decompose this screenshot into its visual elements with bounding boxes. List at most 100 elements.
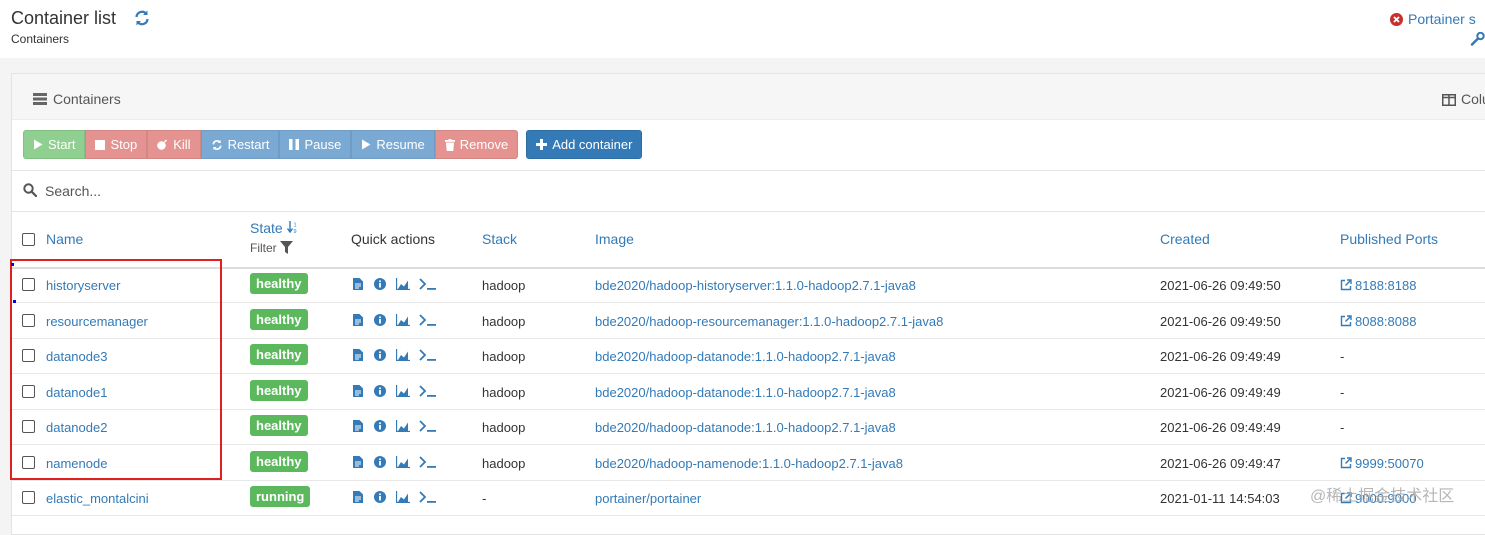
portainer-support-link[interactable]: Portainer s bbox=[1390, 11, 1476, 29]
state-filter[interactable]: Filter bbox=[250, 241, 294, 255]
pause-icon bbox=[289, 139, 300, 150]
console-icon[interactable] bbox=[419, 313, 437, 331]
stats-icon[interactable] bbox=[395, 419, 410, 437]
stack-cell: hadoop bbox=[482, 278, 526, 293]
port-label: 9999:50070 bbox=[1355, 455, 1424, 471]
stats-icon[interactable] bbox=[395, 455, 410, 473]
resume-button[interactable]: Resume bbox=[351, 130, 435, 159]
image-link[interactable]: portainer/portainer bbox=[595, 491, 701, 506]
row-checkbox[interactable] bbox=[22, 384, 35, 398]
info-icon[interactable] bbox=[374, 455, 386, 473]
stats-icon[interactable] bbox=[395, 490, 410, 508]
refresh-icon[interactable] bbox=[133, 9, 151, 32]
column-state[interactable]: State 19 bbox=[250, 220, 299, 236]
table-row: datanode1 healthy hadoop bde2020/hadoop-dat… bbox=[12, 374, 1485, 410]
published-port-link[interactable]: 8088:8088 bbox=[1340, 314, 1416, 329]
marker-dot bbox=[11, 263, 14, 266]
published-port-link[interactable]: 9999:50070 bbox=[1340, 456, 1424, 471]
status-badge: healthy bbox=[250, 308, 308, 330]
container-name-link[interactable]: datanode2 bbox=[46, 420, 107, 435]
page-header: Container list Containers Portainer s bbox=[0, 0, 1485, 58]
stats-icon[interactable] bbox=[395, 313, 410, 331]
search-input[interactable] bbox=[45, 180, 445, 202]
remove-button[interactable]: Remove bbox=[434, 130, 519, 159]
row-checkbox[interactable] bbox=[22, 313, 35, 327]
status-badge: healthy bbox=[250, 379, 308, 401]
pause-button[interactable]: Pause bbox=[279, 130, 352, 159]
logs-icon[interactable] bbox=[353, 384, 363, 402]
container-name-link[interactable]: historyserver bbox=[46, 278, 120, 293]
info-icon[interactable] bbox=[374, 313, 386, 331]
logs-icon[interactable] bbox=[353, 277, 363, 295]
refresh-icon bbox=[212, 139, 222, 150]
status-badge: running bbox=[250, 486, 311, 507]
add-container-button[interactable]: Add container bbox=[526, 130, 643, 159]
image-link[interactable]: bde2020/hadoop-datanode:1.1.0-hadoop2.7.… bbox=[595, 420, 896, 435]
ports-cell: - bbox=[1340, 349, 1345, 364]
stop-button[interactable]: Stop bbox=[85, 130, 148, 159]
container-name-link[interactable]: resourcemanager bbox=[46, 314, 148, 329]
image-link[interactable]: bde2020/hadoop-datanode:1.1.0-hadoop2.7.… bbox=[595, 385, 896, 400]
info-icon[interactable] bbox=[374, 419, 386, 437]
container-name-link[interactable]: datanode1 bbox=[46, 385, 107, 400]
logs-icon[interactable] bbox=[353, 313, 363, 331]
console-icon[interactable] bbox=[419, 277, 437, 295]
column-created[interactable]: Created bbox=[1160, 231, 1210, 247]
columns-icon bbox=[1442, 93, 1456, 109]
table-header: Name State 19 Filter Quick actions Stack… bbox=[12, 211, 1485, 269]
pause-label: Pause bbox=[304, 137, 342, 152]
logs-icon[interactable] bbox=[353, 455, 363, 473]
status-badge: healthy bbox=[250, 344, 308, 365]
external-link-icon bbox=[1340, 456, 1355, 471]
console-icon[interactable] bbox=[419, 419, 437, 437]
container-name-link[interactable]: datanode3 bbox=[46, 349, 107, 364]
info-icon[interactable] bbox=[374, 384, 386, 402]
svg-text:9: 9 bbox=[293, 229, 296, 234]
columns-button[interactable]: Colu bbox=[1442, 91, 1485, 109]
logs-icon[interactable] bbox=[353, 419, 363, 437]
image-link[interactable]: bde2020/hadoop-namenode:1.1.0-hadoop2.7.… bbox=[595, 456, 903, 471]
column-name[interactable]: Name bbox=[46, 231, 83, 247]
image-link[interactable]: bde2020/hadoop-datanode:1.1.0-hadoop2.7.… bbox=[595, 349, 896, 364]
stats-icon[interactable] bbox=[395, 384, 410, 402]
kill-button[interactable]: Kill bbox=[147, 130, 201, 159]
console-icon[interactable] bbox=[419, 490, 437, 508]
columns-label: Colu bbox=[1461, 91, 1485, 107]
row-checkbox[interactable] bbox=[22, 278, 35, 291]
row-checkbox[interactable] bbox=[22, 420, 35, 433]
published-port-link[interactable]: 8188:8188 bbox=[1340, 278, 1416, 293]
console-icon[interactable] bbox=[419, 384, 437, 402]
stack-cell: hadoop bbox=[482, 384, 526, 400]
table-row: datanode2 healthy hadoop bde2020/hadoop-dat… bbox=[12, 409, 1485, 445]
wrench-icon[interactable] bbox=[1470, 31, 1485, 51]
created-cell: 2021-06-26 09:49:47 bbox=[1160, 455, 1281, 471]
info-icon[interactable] bbox=[374, 490, 386, 508]
info-icon[interactable] bbox=[374, 348, 386, 366]
row-checkbox[interactable] bbox=[22, 491, 35, 504]
logs-icon[interactable] bbox=[353, 490, 363, 508]
stack-cell: hadoop bbox=[482, 455, 526, 471]
logs-icon[interactable] bbox=[353, 348, 363, 366]
row-checkbox[interactable] bbox=[22, 349, 35, 362]
widget-header: Containers Colu bbox=[12, 74, 1485, 120]
info-icon[interactable] bbox=[374, 277, 386, 295]
image-link[interactable]: bde2020/hadoop-historyserver:1.1.0-hadoo… bbox=[595, 278, 916, 293]
console-icon[interactable] bbox=[419, 455, 437, 473]
stats-icon[interactable] bbox=[395, 277, 410, 295]
port-label: 8188:8188 bbox=[1355, 278, 1417, 293]
start-button[interactable]: Start bbox=[23, 130, 86, 159]
column-published-ports[interactable]: Published Ports bbox=[1340, 231, 1438, 247]
ports-cell: - bbox=[1340, 420, 1345, 435]
container-name-link[interactable]: elastic_montalcini bbox=[46, 491, 149, 506]
restart-button[interactable]: Restart bbox=[200, 130, 280, 159]
row-checkbox[interactable] bbox=[22, 455, 35, 469]
console-icon[interactable] bbox=[419, 348, 437, 366]
container-name-link[interactable]: namenode bbox=[46, 456, 107, 471]
created-cell: 2021-06-26 09:49:50 bbox=[1160, 313, 1281, 329]
column-image[interactable]: Image bbox=[595, 231, 634, 247]
stats-icon[interactable] bbox=[395, 348, 410, 366]
select-all-checkbox[interactable] bbox=[22, 233, 35, 246]
column-stack[interactable]: Stack bbox=[482, 231, 517, 247]
image-link[interactable]: bde2020/hadoop-resourcemanager:1.1.0-had… bbox=[595, 314, 943, 329]
sort-icon: 19 bbox=[286, 221, 296, 235]
